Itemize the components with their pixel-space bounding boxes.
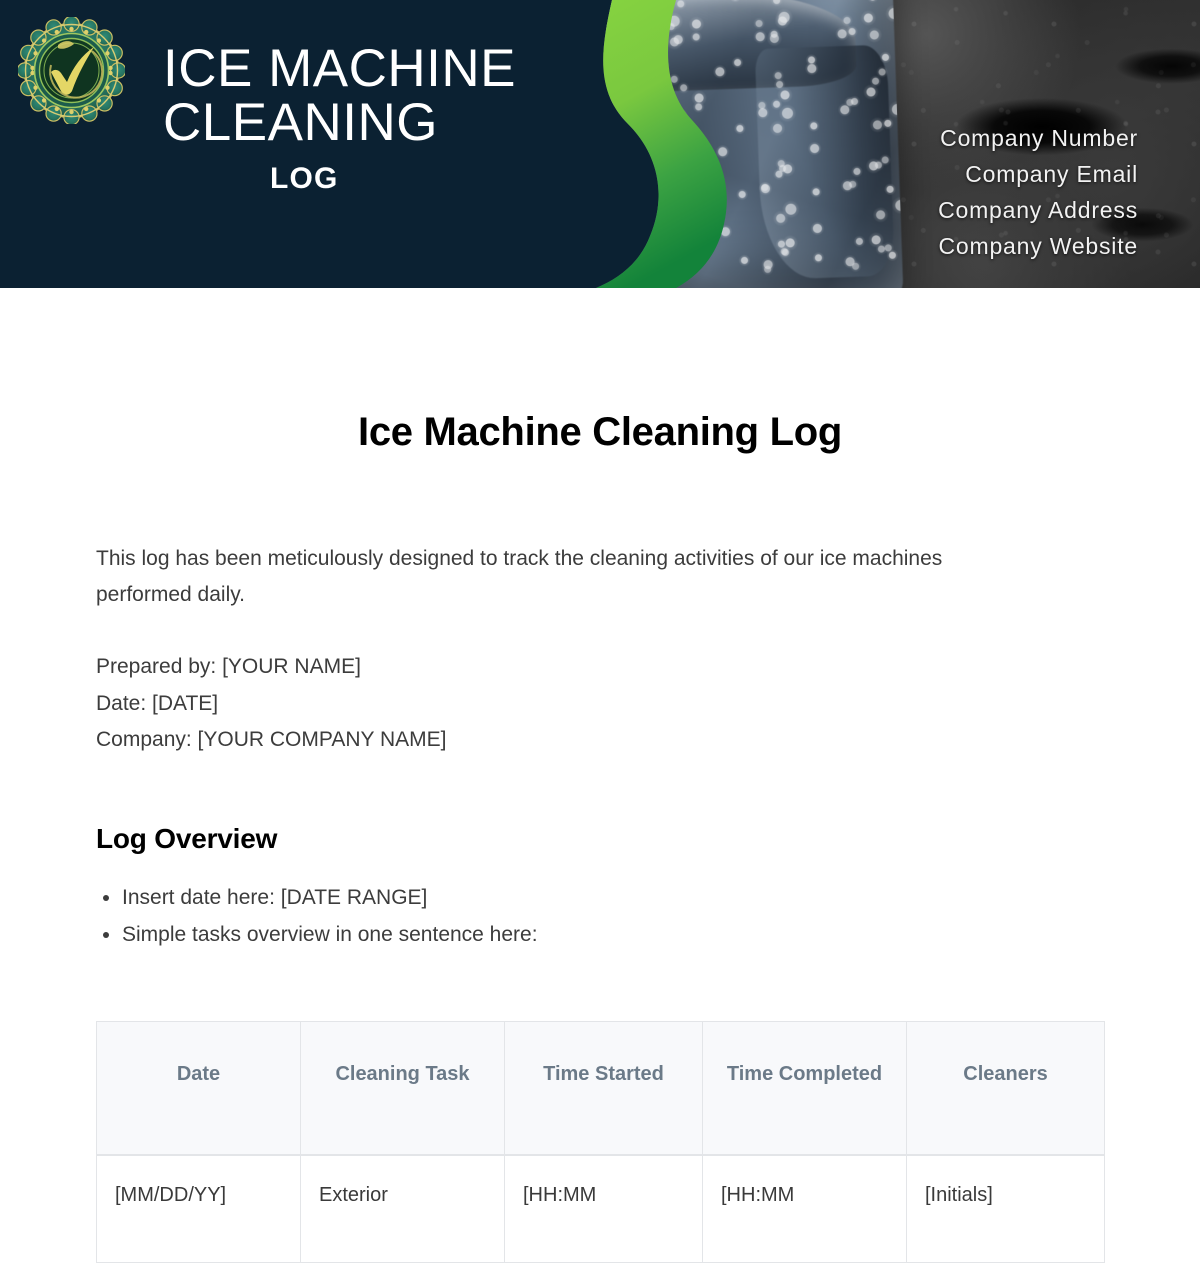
list-item: Insert date here: [DATE RANGE] xyxy=(122,879,1104,916)
cell-time-completed: [HH:MM xyxy=(702,1154,907,1263)
company-contact-block: Company Number Company Email Company Add… xyxy=(938,120,1138,264)
page-banner: ICE MACHINE CLEANING LOG Company Number … xyxy=(0,0,1200,288)
company-number: Company Number xyxy=(940,125,1138,151)
column-header-cleaning-task: Cleaning Task xyxy=(300,1020,505,1156)
column-header-time-completed: Time Completed xyxy=(702,1020,907,1156)
log-overview-heading: Log Overview xyxy=(96,822,278,854)
cell-date: [MM/DD/YY] xyxy=(96,1154,301,1263)
company-email: Company Email xyxy=(965,161,1138,187)
page-title: Ice Machine Cleaning Log xyxy=(358,410,842,454)
company-website: Company Website xyxy=(938,233,1138,259)
cell-cleaning-task: Exterior xyxy=(300,1154,505,1263)
document-meta: Prepared by: [YOUR NAME] Date: [DATE] Co… xyxy=(96,649,1104,759)
column-header-time-started: Time Started xyxy=(504,1020,703,1156)
company-address: Company Address xyxy=(938,197,1138,223)
check-badge-seal-icon xyxy=(16,15,127,126)
intro-paragraph: This log has been meticulously designed … xyxy=(96,547,943,606)
prepared-by-line: Prepared by: [YOUR NAME] xyxy=(96,655,361,678)
cell-cleaners: [Initials] xyxy=(906,1154,1105,1263)
cell-time-started: [HH:MM xyxy=(504,1154,703,1263)
column-header-cleaners: Cleaners xyxy=(906,1020,1105,1156)
list-item: Simple tasks overview in one sentence he… xyxy=(122,916,1104,953)
cleaning-log-table: Date Cleaning Task Time Started Time Com… xyxy=(96,1020,1105,1263)
column-header-date: Date xyxy=(96,1020,301,1156)
date-line: Date: [DATE] xyxy=(96,691,219,715)
table-header-row: Date Cleaning Task Time Started Time Com… xyxy=(96,1020,1105,1156)
banner-title-group: ICE MACHINE CLEANING LOG xyxy=(163,39,593,196)
document-body: Ice Machine Cleaning Log This log has be… xyxy=(0,410,1200,1263)
company-line: Company: [YOUR COMPANY NAME] xyxy=(96,728,447,751)
log-overview-list: Insert date here: [DATE RANGE] Simple ta… xyxy=(96,879,1104,953)
banner-title-main: ICE MACHINE CLEANING xyxy=(163,39,516,153)
banner-title-sub: LOG xyxy=(270,162,339,196)
table-row: [MM/DD/YY] Exterior [HH:MM [HH:MM [Initi… xyxy=(96,1154,1105,1263)
